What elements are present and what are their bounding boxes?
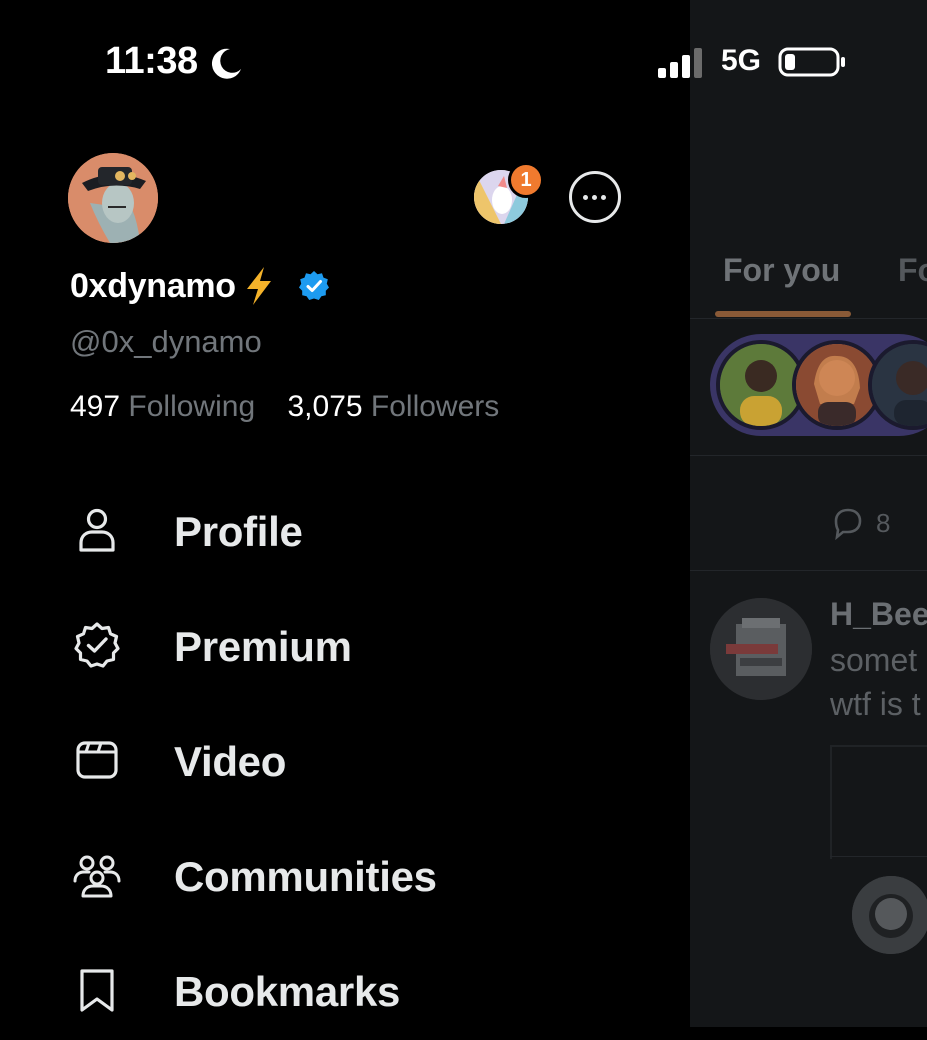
post-text-line: somet: [830, 642, 918, 678]
dimmed-home-feed[interactable]: For you Fo 8 H_Bee somet wtf is t: [690, 0, 927, 1027]
menu-item-label: Video: [174, 738, 287, 785]
communities-icon: [73, 855, 121, 898]
post-media[interactable]: [830, 745, 927, 859]
menu-item-premium[interactable]: Premium: [0, 595, 690, 695]
video-icon: [76, 741, 118, 779]
signal-icon: [658, 48, 702, 78]
person-icon: [79, 508, 115, 552]
menu-item-label: Profile: [174, 508, 303, 555]
menu-item-communities[interactable]: Communities: [0, 825, 690, 925]
followers-label: Followers: [370, 390, 500, 423]
status-time: 11:38: [105, 40, 198, 82]
menu-item-label: Premium: [174, 623, 352, 670]
notification-badge: 1: [508, 162, 544, 198]
divider: [690, 455, 927, 456]
lightning-bolt-icon: [246, 267, 271, 305]
post-author-avatar[interactable]: [710, 598, 812, 700]
reply-count: 8: [876, 508, 891, 538]
tab-following[interactable]: Fo: [898, 252, 927, 289]
profile-handle: @0x_dynamo: [70, 324, 262, 359]
menu-item-label: Communities: [174, 853, 437, 900]
space-avatar[interactable]: [868, 340, 927, 430]
menu-item-profile[interactable]: Profile: [0, 480, 690, 580]
verified-badge-icon: [298, 271, 329, 300]
followers-link[interactable]: 3,075 Followers: [287, 390, 499, 423]
moon-icon: [211, 48, 241, 79]
spaces-bar[interactable]: [710, 334, 927, 436]
menu-item-video[interactable]: Video: [0, 710, 690, 810]
following-link[interactable]: 497 Following: [70, 390, 255, 423]
active-tab-indicator: [715, 311, 851, 317]
verified-badge-icon: [74, 622, 120, 668]
battery-icon: [778, 47, 845, 77]
side-drawer: 1 0xdynamo @0x_dynamo 497 Following 3,07…: [0, 0, 690, 1027]
profile-name-row[interactable]: 0xdynamo: [70, 263, 330, 309]
followers-count: 3,075: [287, 390, 363, 423]
profile-avatar[interactable]: [68, 153, 158, 243]
follow-stats: 497 Following 3,075 Followers: [70, 390, 499, 424]
divider: [830, 856, 927, 857]
menu-item-label: Bookmarks: [174, 968, 401, 1015]
more-options-button[interactable]: [569, 171, 621, 223]
tab-for-you[interactable]: For you: [723, 252, 840, 289]
post-author-name[interactable]: H_Bee: [830, 596, 927, 633]
post-text-line: wtf is t: [830, 686, 921, 722]
following-count: 497: [70, 390, 121, 423]
bookmark-icon: [80, 969, 114, 1012]
divider: [690, 570, 927, 571]
following-label: Following: [128, 390, 256, 423]
display-name: 0xdynamo: [70, 266, 236, 305]
reply-icon[interactable]: [830, 505, 866, 541]
network-type: 5G: [721, 44, 762, 77]
menu-item-bookmarks[interactable]: Bookmarks: [0, 940, 690, 1040]
divider: [690, 318, 927, 319]
post-author-avatar[interactable]: [852, 876, 927, 954]
status-bar: 11:38 5G: [0, 0, 927, 120]
